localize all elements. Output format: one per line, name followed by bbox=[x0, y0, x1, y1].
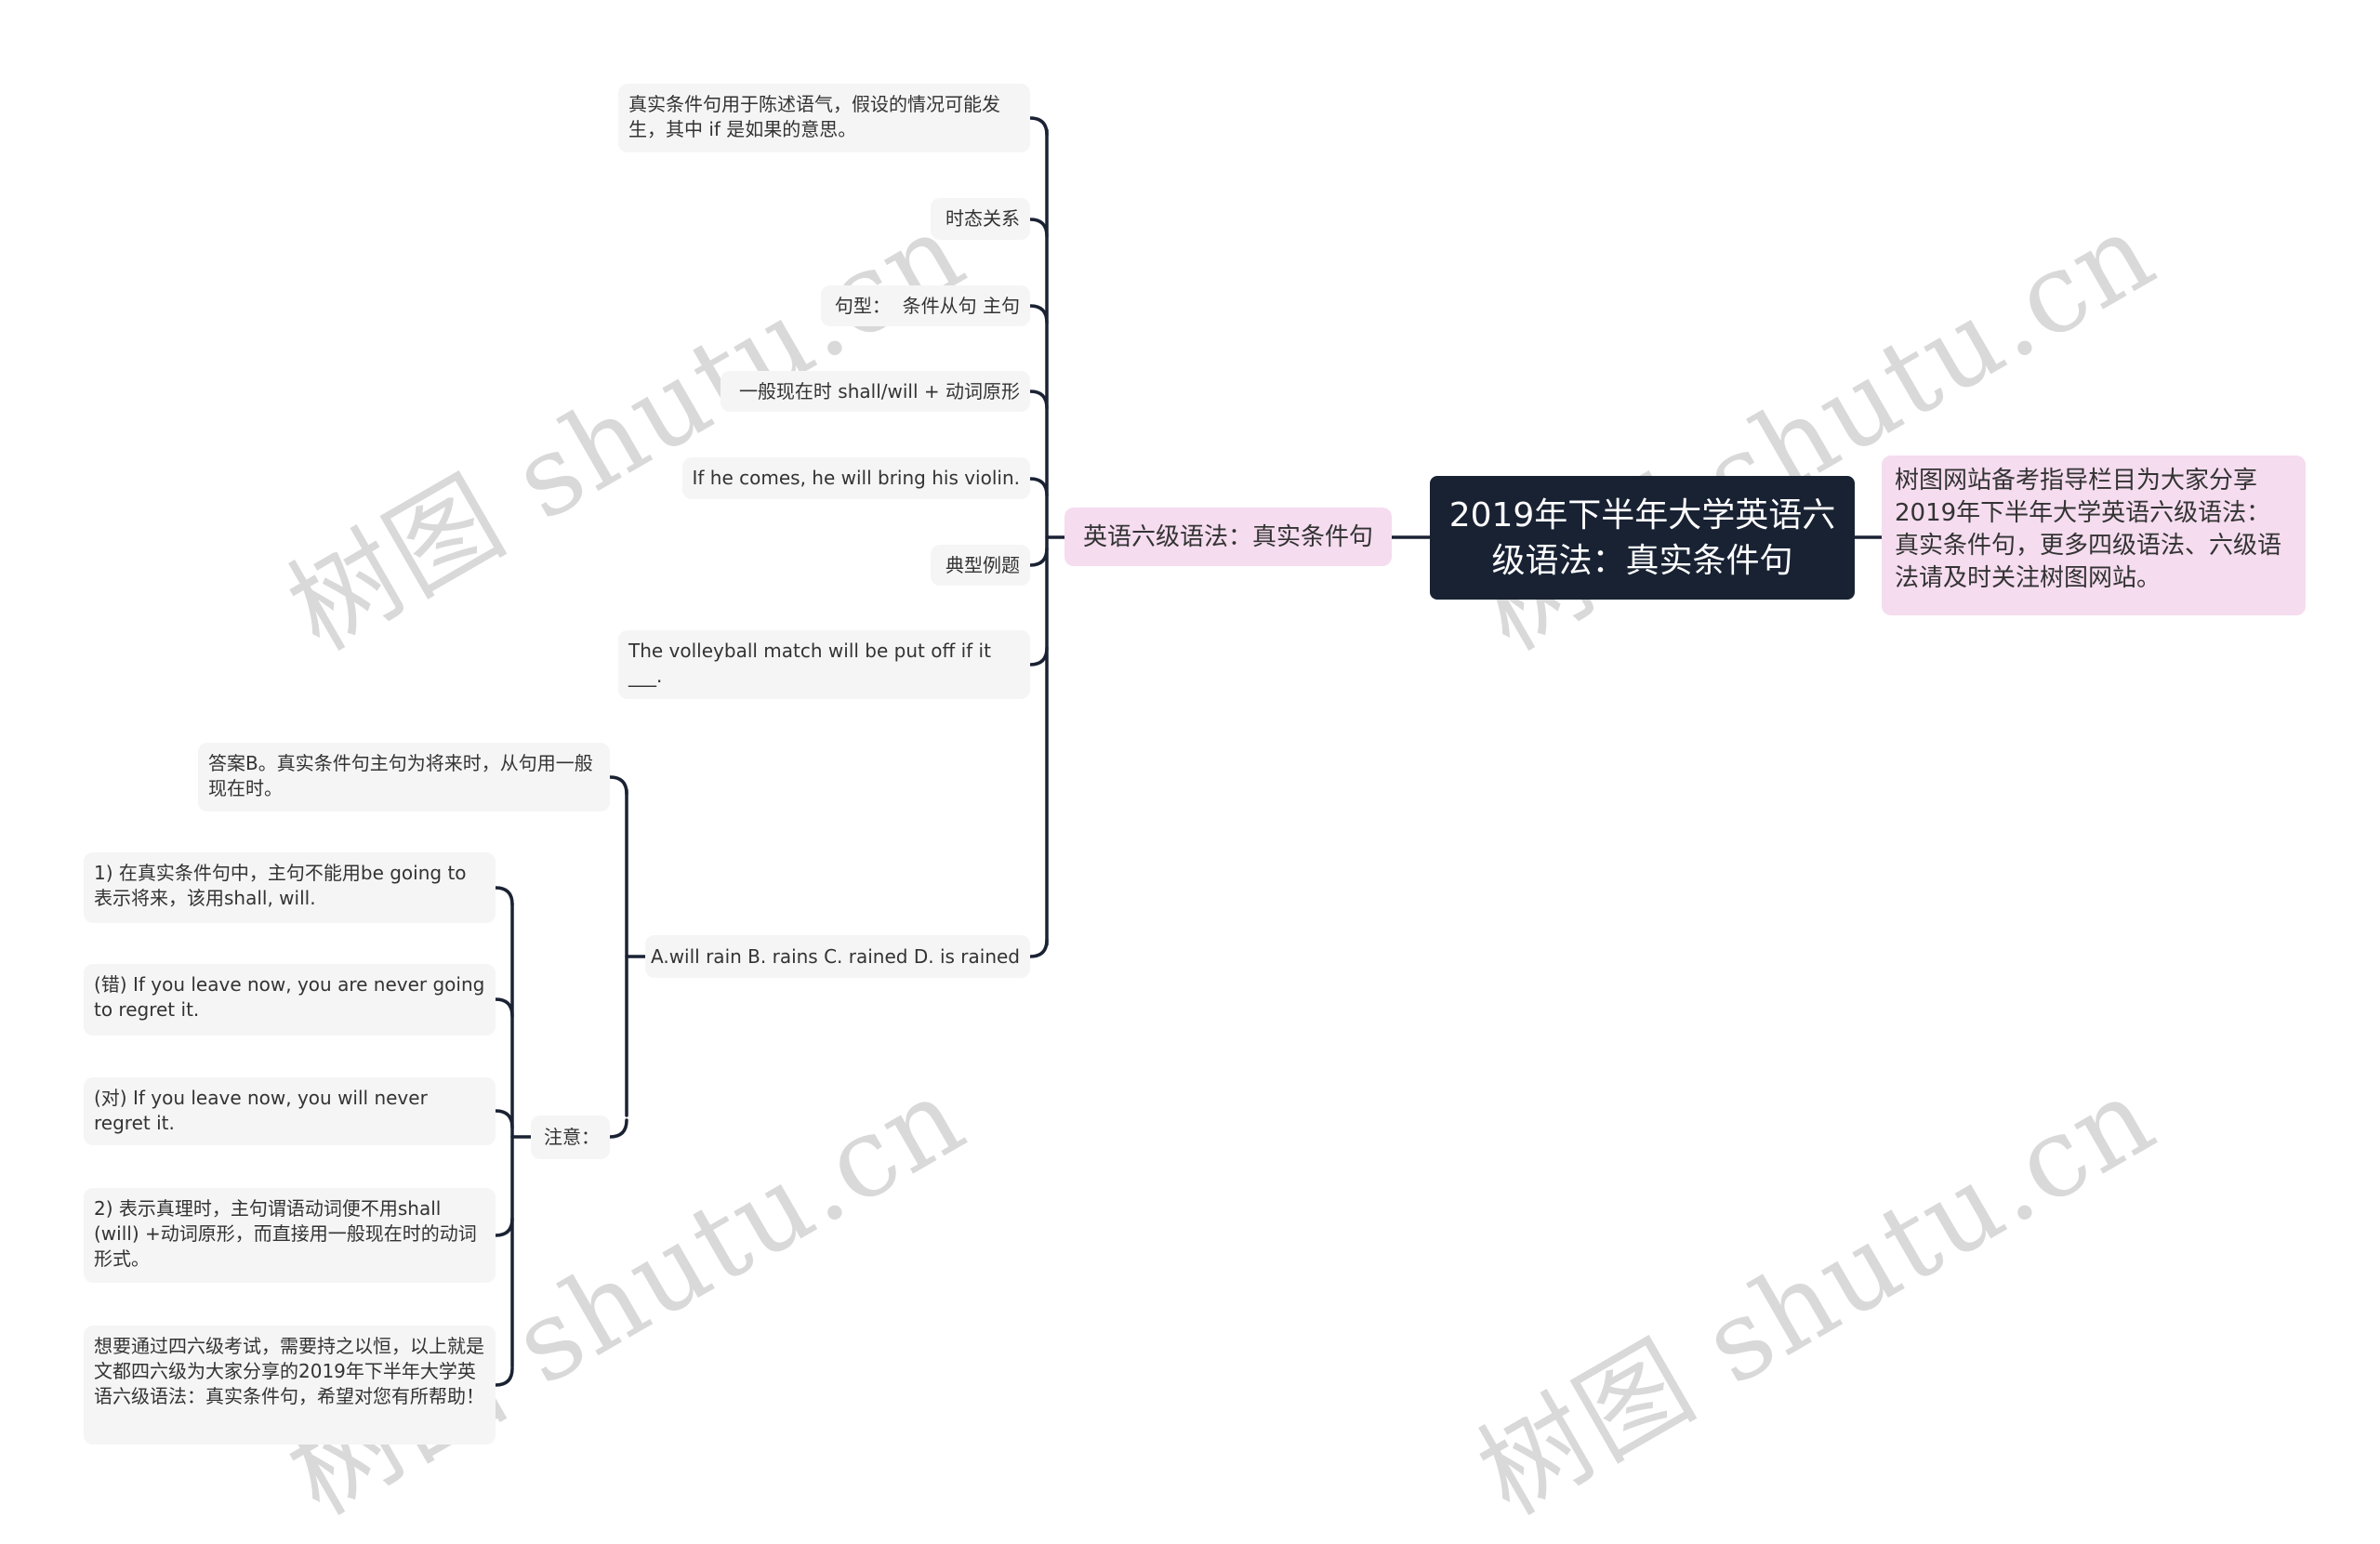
connector-child-8 bbox=[1028, 938, 1049, 958]
summary-note-text: 树图网站备考指导栏目为大家分享2019年下半年大学英语六级语法：真实条件句，更多… bbox=[1895, 467, 2282, 592]
notice-item-3[interactable]: (对) If you leave now, you will never reg… bbox=[84, 1077, 496, 1145]
connector-notice-2 bbox=[494, 997, 514, 1018]
notice-item-4[interactable]: 2) 表示真理时，主句谓语动词便不用shall (will) +动词原形，而直接… bbox=[84, 1188, 496, 1283]
branch-child-sentence-pattern[interactable]: 句型： 条件从句 主句 bbox=[821, 285, 1030, 326]
node-text: 2) 表示真理时，主句谓语动词便不用shall (will) +动词原形，而直接… bbox=[94, 1197, 477, 1270]
node-text: 1) 在真实条件句中，主句不能用be going to 表示将来，该用shall… bbox=[94, 862, 467, 909]
notice-item-5[interactable]: 想要通过四六级考试，需要持之以恒，以上就是文都四六级为大家分享的2019年下半年… bbox=[84, 1326, 496, 1445]
branch-child-question[interactable]: The volleyball match will be put off if … bbox=[618, 630, 1030, 699]
node-text: 想要通过四六级考试，需要持之以恒，以上就是文都四六级为大家分享的2019年下半年… bbox=[94, 1335, 484, 1407]
node-text: 注意： bbox=[544, 1126, 600, 1148]
connector-notice bbox=[608, 1118, 628, 1139]
branch-child-tense-relation[interactable]: 时态关系 bbox=[931, 198, 1030, 240]
connector-child-4 bbox=[1028, 389, 1049, 410]
node-text: 典型例题 bbox=[945, 553, 1020, 576]
node-text: 时态关系 bbox=[945, 207, 1020, 230]
connector-child-5 bbox=[1028, 477, 1049, 497]
node-text: 真实条件句用于陈述语气，假设的情况可能发生，其中 if 是如果的意思。 bbox=[628, 93, 1000, 140]
connector-notice-1 bbox=[494, 886, 514, 906]
notice-node[interactable]: 注意： bbox=[531, 1115, 610, 1159]
branch-topic-label: 英语六级语法：真实条件句 bbox=[1082, 522, 1373, 551]
notice-item-2[interactable]: (错) If you leave now, you are never goin… bbox=[84, 964, 496, 1036]
node-text: A.will rain B. rains C. rained D. is rai… bbox=[651, 944, 1020, 968]
connector-notice-5 bbox=[494, 1366, 514, 1387]
connector-child-2 bbox=[1028, 218, 1049, 238]
summary-note[interactable]: 树图网站备考指导栏目为大家分享2019年下半年大学英语六级语法：真实条件句，更多… bbox=[1882, 455, 2306, 615]
connector-child-6 bbox=[1028, 547, 1049, 567]
node-text: (对) If you leave now, you will never reg… bbox=[94, 1087, 428, 1134]
branch-child-typical-question[interactable]: 典型例题 bbox=[931, 545, 1030, 586]
node-text: 句型： 条件从句 主句 bbox=[834, 294, 1020, 317]
node-text: 答案B。真实条件句主句为将来时，从句用一般现在时。 bbox=[208, 752, 593, 799]
node-text: 一般现在时 shall/will + 动词原形 bbox=[738, 379, 1020, 402]
connector-notice-3 bbox=[494, 1109, 514, 1129]
connector-notice-4 bbox=[494, 1217, 514, 1237]
root-topic[interactable]: 2019年下半年大学英语六级语法：真实条件句 bbox=[1430, 476, 1855, 600]
branch-child-definition[interactable]: 真实条件句用于陈述语气，假设的情况可能发生，其中 if 是如果的意思。 bbox=[618, 84, 1030, 152]
branch-child-example-sentence[interactable]: If he comes, he will bring his violin. bbox=[682, 457, 1030, 499]
node-text: The volleyball match will be put off if … bbox=[628, 640, 991, 687]
notice-item-1[interactable]: 1) 在真实条件句中，主句不能用be going to 表示将来，该用shall… bbox=[84, 852, 496, 923]
node-text: If he comes, he will bring his violin. bbox=[692, 467, 1021, 489]
branch-topic[interactable]: 英语六级语法：真实条件句 bbox=[1064, 508, 1392, 566]
connector-answer bbox=[608, 775, 628, 796]
branch-child-options[interactable]: A.will rain B. rains C. rained D. is rai… bbox=[645, 935, 1030, 978]
connector-child-1 bbox=[1028, 116, 1049, 137]
branch-child-tense-rule[interactable]: 一般现在时 shall/will + 动词原形 bbox=[721, 371, 1030, 412]
answer-node[interactable]: 答案B。真实条件句主句为将来时，从句用一般现在时。 bbox=[198, 743, 610, 812]
node-text: (错) If you leave now, you are never goin… bbox=[94, 973, 485, 1021]
connector-child-7 bbox=[1028, 646, 1049, 666]
connector-child-3 bbox=[1028, 304, 1049, 324]
root-topic-title: 2019年下半年大学英语六级语法：真实条件句 bbox=[1448, 495, 1836, 580]
